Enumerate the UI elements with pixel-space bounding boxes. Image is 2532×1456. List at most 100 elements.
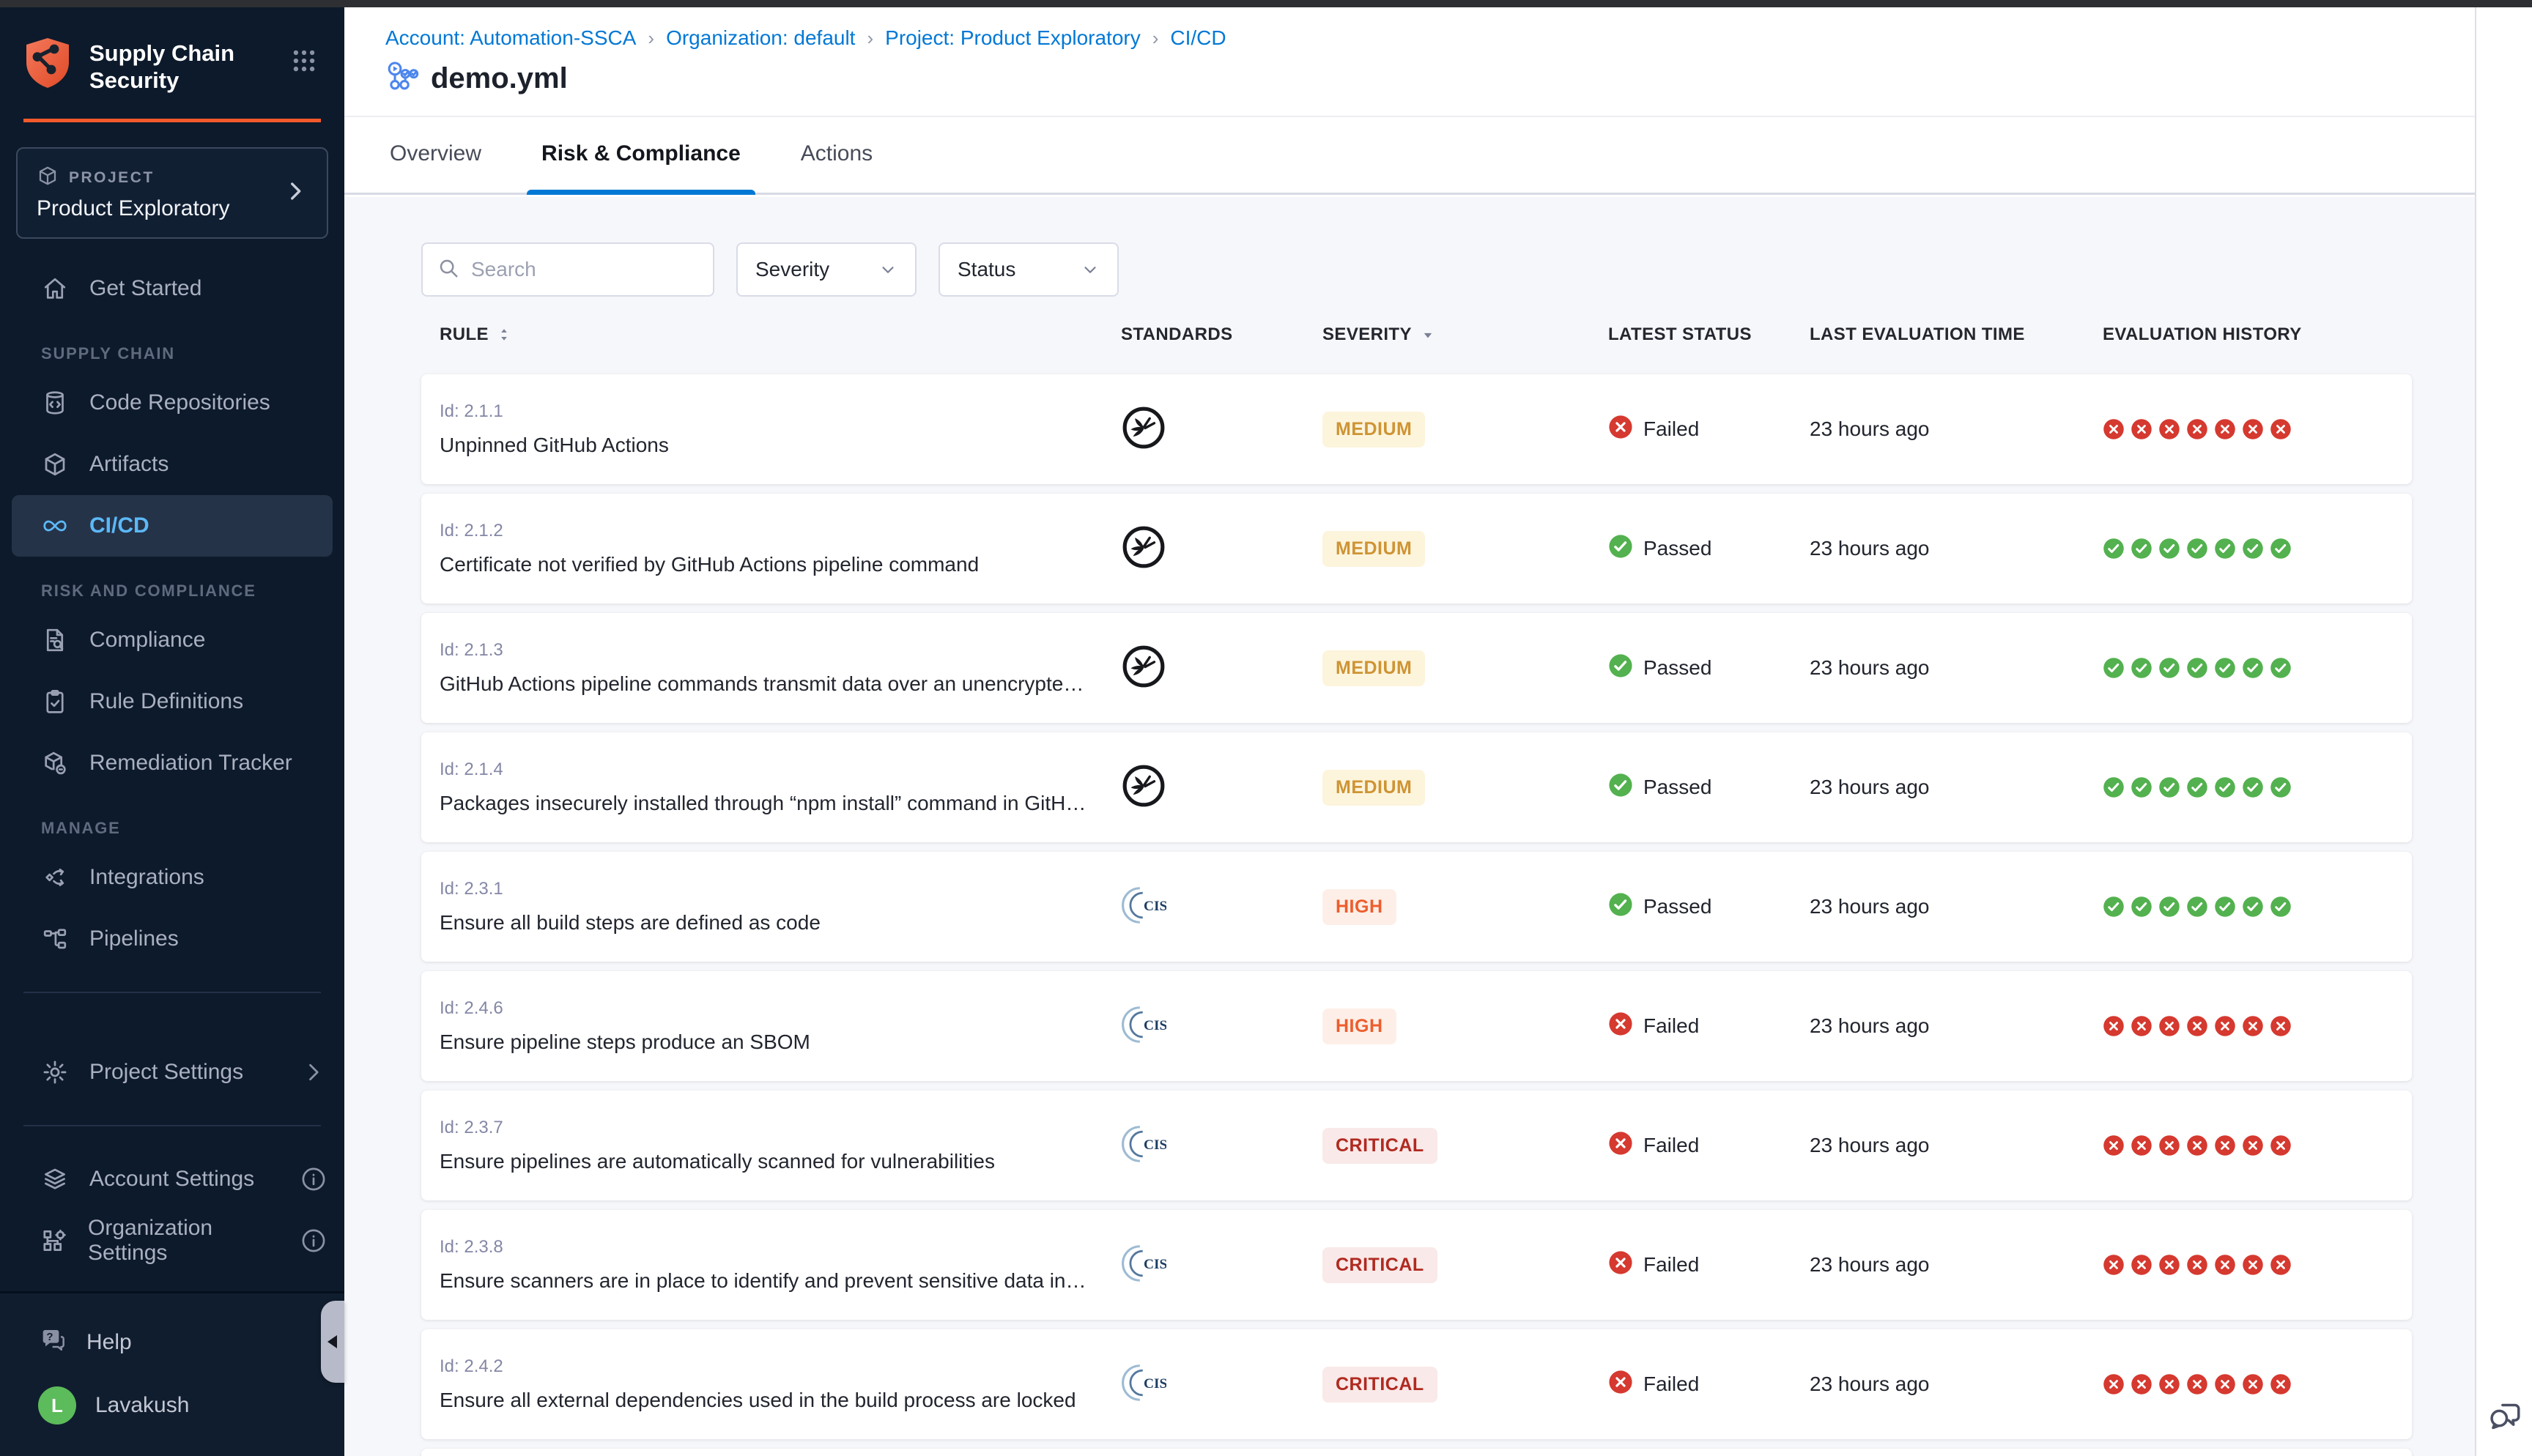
check-circle-icon[interactable]: [2270, 657, 2292, 679]
check-circle-icon[interactable]: [2158, 896, 2180, 918]
check-circle-icon[interactable]: [2103, 776, 2125, 798]
sidebar-item-integrations[interactable]: Integrations: [0, 847, 344, 908]
check-circle-icon[interactable]: [2242, 896, 2264, 918]
x-circle-icon[interactable]: [2103, 1254, 2125, 1276]
project-selector[interactable]: PROJECT Product Exploratory: [16, 147, 328, 239]
check-circle-icon[interactable]: [2103, 538, 2125, 560]
x-circle-icon[interactable]: [2131, 1015, 2152, 1037]
info-icon[interactable]: [300, 1166, 327, 1192]
help-button[interactable]: ? Help: [0, 1311, 344, 1374]
tab-risk-compliance[interactable]: Risk & Compliance: [537, 141, 745, 193]
check-circle-icon[interactable]: [2242, 657, 2264, 679]
x-circle-icon[interactable]: [2242, 418, 2264, 440]
sidebar-item-remediation-tracker[interactable]: Remediation Tracker: [0, 732, 344, 794]
x-circle-icon[interactable]: [2131, 1134, 2152, 1156]
check-circle-icon[interactable]: [2158, 538, 2180, 560]
sidebar-item-ci-cd[interactable]: CI/CD: [12, 495, 333, 557]
x-circle-icon[interactable]: [2270, 418, 2292, 440]
check-circle-icon[interactable]: [2214, 538, 2236, 560]
x-circle-icon[interactable]: [2131, 1373, 2152, 1395]
check-circle-icon[interactable]: [2270, 896, 2292, 918]
table-row[interactable]: Id: 2.3.8Ensure scanners are in place to…: [421, 1210, 2412, 1320]
x-circle-icon[interactable]: [2158, 1134, 2180, 1156]
breadcrumb-link-ci-cd[interactable]: CI/CD: [1170, 26, 1226, 50]
breadcrumb-link-account-automation-ssca[interactable]: Account: Automation-SSCA: [385, 26, 636, 50]
x-circle-icon[interactable]: [2158, 1373, 2180, 1395]
x-circle-icon[interactable]: [2242, 1254, 2264, 1276]
x-circle-icon[interactable]: [2131, 418, 2152, 440]
sidebar-item-get-started[interactable]: Get Started: [0, 258, 344, 319]
table-row[interactable]: Id: 2.4.6Ensure pipeline steps produce a…: [421, 971, 2412, 1081]
check-circle-icon[interactable]: [2242, 776, 2264, 798]
check-circle-icon[interactable]: [2214, 896, 2236, 918]
chat-support-icon[interactable]: [2487, 1397, 2523, 1437]
x-circle-icon[interactable]: [2158, 1254, 2180, 1276]
user-menu[interactable]: L Lavakush: [0, 1374, 344, 1437]
x-circle-icon[interactable]: [2131, 1254, 2152, 1276]
table-row[interactable]: Id: 2.1.4Packages insecurely installed t…: [421, 732, 2412, 842]
check-circle-icon[interactable]: [2242, 538, 2264, 560]
x-circle-icon[interactable]: [2103, 1134, 2125, 1156]
sidebar-collapse-handle[interactable]: [321, 1301, 344, 1383]
x-circle-icon[interactable]: [2214, 1254, 2236, 1276]
breadcrumb-link-organization-default[interactable]: Organization: default: [666, 26, 855, 50]
x-circle-icon[interactable]: [2242, 1373, 2264, 1395]
check-circle-icon[interactable]: [2131, 896, 2152, 918]
check-circle-icon[interactable]: [2186, 657, 2208, 679]
column-header-rule[interactable]: RULE: [440, 324, 1121, 345]
check-circle-icon[interactable]: [2158, 657, 2180, 679]
check-circle-icon[interactable]: [2270, 538, 2292, 560]
x-circle-icon[interactable]: [2214, 1134, 2236, 1156]
x-circle-icon[interactable]: [2186, 1373, 2208, 1395]
x-circle-icon[interactable]: [2158, 1015, 2180, 1037]
check-circle-icon[interactable]: [2186, 896, 2208, 918]
sidebar-item-artifacts[interactable]: Artifacts: [0, 434, 344, 495]
x-circle-icon[interactable]: [2158, 418, 2180, 440]
check-circle-icon[interactable]: [2186, 538, 2208, 560]
app-switcher-grid-icon[interactable]: [290, 47, 318, 78]
table-row[interactable]: Id: 2.3.7Ensure pipelines are automatica…: [421, 1091, 2412, 1200]
table-row[interactable]: Id: 2.1.1Unpinned GitHub ActionsMEDIUMFa…: [421, 374, 2412, 484]
sidebar-item-compliance[interactable]: Compliance: [0, 609, 344, 671]
tab-overview[interactable]: Overview: [385, 141, 486, 193]
table-row[interactable]: Id: 2.1.2Certificate not verified by Git…: [421, 494, 2412, 603]
sidebar-item-account-settings[interactable]: Account Settings: [0, 1148, 344, 1210]
x-circle-icon[interactable]: [2103, 1373, 2125, 1395]
check-circle-icon[interactable]: [2131, 657, 2152, 679]
check-circle-icon[interactable]: [2131, 538, 2152, 560]
app-logo[interactable]: Supply Chain Security: [0, 0, 344, 111]
check-circle-icon[interactable]: [2131, 776, 2152, 798]
check-circle-icon[interactable]: [2186, 776, 2208, 798]
x-circle-icon[interactable]: [2270, 1254, 2292, 1276]
table-row[interactable]: Id: 2.3.1Ensure all build steps are defi…: [421, 852, 2412, 962]
sidebar-item-project-settings[interactable]: Project Settings: [0, 1041, 344, 1103]
x-circle-icon[interactable]: [2103, 418, 2125, 440]
info-icon[interactable]: [300, 1227, 327, 1254]
tab-actions[interactable]: Actions: [796, 141, 877, 193]
x-circle-icon[interactable]: [2242, 1134, 2264, 1156]
x-circle-icon[interactable]: [2242, 1015, 2264, 1037]
check-circle-icon[interactable]: [2214, 776, 2236, 798]
check-circle-icon[interactable]: [2270, 776, 2292, 798]
sidebar-item-pipelines[interactable]: Pipelines: [0, 908, 344, 970]
sidebar-item-organization-settings[interactable]: Organization Settings: [0, 1210, 344, 1271]
check-circle-icon[interactable]: [2158, 776, 2180, 798]
x-circle-icon[interactable]: [2186, 1015, 2208, 1037]
x-circle-icon[interactable]: [2186, 1254, 2208, 1276]
table-row[interactable]: Id: 2.1.3GitHub Actions pipeline command…: [421, 613, 2412, 723]
check-circle-icon[interactable]: [2103, 657, 2125, 679]
check-circle-icon[interactable]: [2103, 896, 2125, 918]
x-circle-icon[interactable]: [2270, 1134, 2292, 1156]
severity-filter-dropdown[interactable]: Severity: [736, 242, 917, 297]
status-filter-dropdown[interactable]: Status: [939, 242, 1119, 297]
x-circle-icon[interactable]: [2103, 1015, 2125, 1037]
column-header-severity[interactable]: SEVERITY: [1322, 324, 1608, 345]
x-circle-icon[interactable]: [2214, 1015, 2236, 1037]
x-circle-icon[interactable]: [2270, 1015, 2292, 1037]
x-circle-icon[interactable]: [2270, 1373, 2292, 1395]
table-row[interactable]: Id: 3.1.7CISCRITICALFailed23 hours ago: [421, 1449, 2412, 1456]
check-circle-icon[interactable]: [2214, 657, 2236, 679]
x-circle-icon[interactable]: [2214, 418, 2236, 440]
table-row[interactable]: Id: 2.4.2Ensure all external dependencie…: [421, 1329, 2412, 1439]
search-input[interactable]: [471, 258, 698, 281]
